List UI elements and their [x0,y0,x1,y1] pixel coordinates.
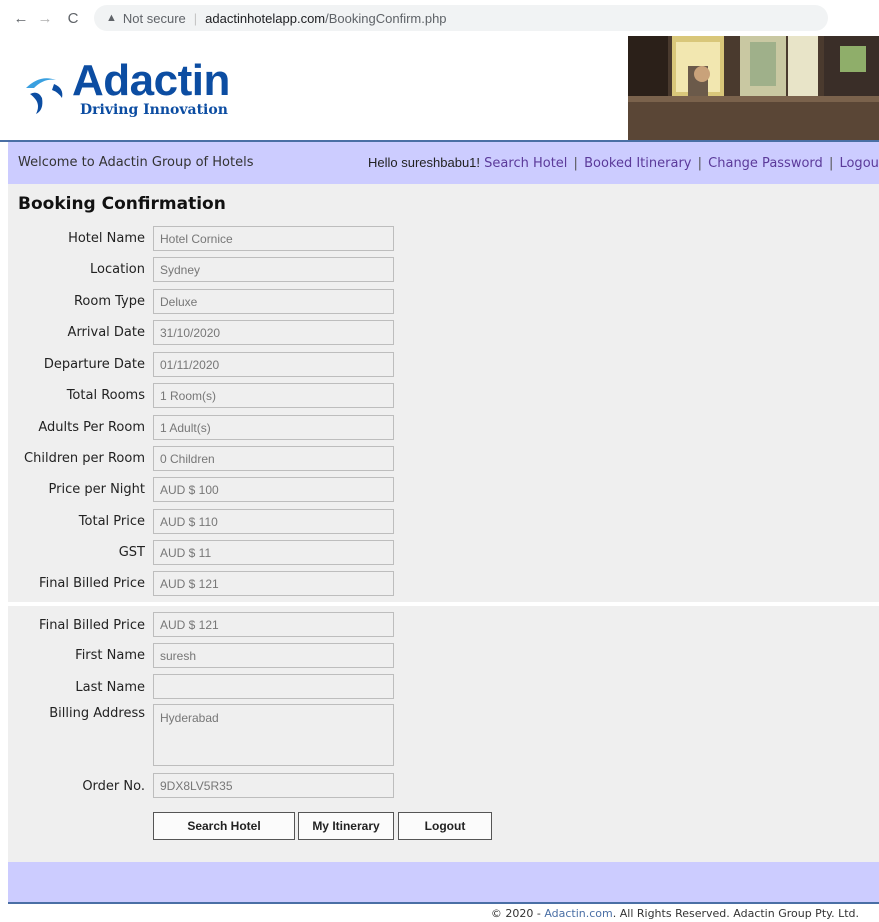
welcome-bar: Welcome to Adactin Group of Hotels Hello… [8,142,879,184]
warning-icon[interactable]: ▲ [106,12,117,24]
label-final-billed-price: Final Billed Price [39,576,145,591]
copyright-suffix: . All Rights Reserved. Adactin Group Pty… [612,907,859,920]
label-total-rooms: Total Rooms [66,388,145,403]
label-order-no: Order No. [82,779,145,794]
total-price-field[interactable] [153,509,394,534]
url-separator: | [193,10,198,26]
address-bar[interactable]: ▲ Not secure | adactinhotelapp.com/Booki… [94,5,828,31]
brand-name: Adactin [72,56,230,105]
label-first-name: First Name [75,648,145,663]
billing-final-price-field[interactable] [153,612,394,637]
reload-icon[interactable]: C [62,10,84,27]
url-path: /BookingConfirm.php [325,10,447,26]
order-no-field[interactable] [153,773,394,798]
adactin-site-link[interactable]: Adactin.com [544,907,612,920]
hello-user-text: Hello sureshbabu1! [368,155,481,170]
label-hotel-name: Hotel Name [68,231,145,246]
brand-tagline: Driving Innovation [80,102,228,118]
children-per-room-field[interactable] [153,446,394,471]
adults-per-room-field[interactable] [153,415,394,440]
label-adults-per-room: Adults Per Room [38,420,145,435]
label-billing-address: Billing Address [49,706,145,721]
user-nav: Hello sureshbabu1! Search Hotel | Booked… [368,155,879,171]
final-billed-price-field[interactable] [153,571,394,596]
departure-date-field[interactable] [153,352,394,377]
security-label: Not secure [122,10,186,26]
location-field[interactable] [153,257,394,282]
logout-button[interactable]: Logout [398,812,492,840]
footer-bar [8,862,879,902]
arrival-date-field[interactable] [153,320,394,345]
label-total-price: Total Price [78,514,145,529]
adactin-logo[interactable]: Adactin Driving Innovation [20,56,230,124]
site-header: Adactin Driving Innovation [0,36,879,140]
label-arrival-date: Arrival Date [67,325,145,340]
label-room-type: Room Type [73,294,145,309]
label-children-per-room: Children per Room [24,451,145,466]
my-itinerary-button[interactable]: My Itinerary [298,812,394,840]
copyright-notice: © 2020 - Adactin.com. All Rights Reserve… [0,907,879,920]
nav-link-logout[interactable]: Logout [839,156,879,171]
hotel-name-field[interactable] [153,226,394,251]
booking-confirmation-panel: Booking Confirmation Hotel Name Location… [8,184,879,862]
nav-link-change-password[interactable]: Change Password [708,156,823,171]
page-title: Booking Confirmation [18,194,226,214]
back-arrow-icon[interactable]: ← [10,10,32,27]
label-departure-date: Departure Date [43,357,145,372]
label-billing-final-price: Final Billed Price [39,618,145,633]
label-gst: GST [118,545,145,560]
nav-link-search-hotel[interactable]: Search Hotel [484,156,567,171]
first-name-field[interactable] [153,643,394,668]
hotel-lobby-photo [628,36,879,140]
logo-swoosh-icon [26,78,63,114]
search-hotel-button[interactable]: Search Hotel [153,812,295,840]
footer-divider [8,902,879,904]
last-name-field[interactable] [153,674,394,699]
label-last-name: Last Name [75,680,145,695]
room-type-field[interactable] [153,289,394,314]
forward-arrow-icon[interactable]: → [34,10,56,27]
billing-address-field[interactable]: Hyderabad [153,704,394,766]
nav-link-booked-itinerary[interactable]: Booked Itinerary [584,156,691,171]
price-per-night-field[interactable] [153,477,394,502]
gst-field[interactable] [153,540,394,565]
section-divider [8,602,879,606]
welcome-text: Welcome to Adactin Group of Hotels [18,155,254,170]
total-rooms-field[interactable] [153,383,394,408]
browser-toolbar: ← → C ▲ Not secure | adactinhotelapp.com… [0,0,879,36]
copyright-prefix: © 2020 - [490,907,545,920]
url-domain: adactinhotelapp.com [205,10,326,26]
label-location: Location [90,262,145,277]
label-price-per-night: Price per Night [48,482,146,497]
